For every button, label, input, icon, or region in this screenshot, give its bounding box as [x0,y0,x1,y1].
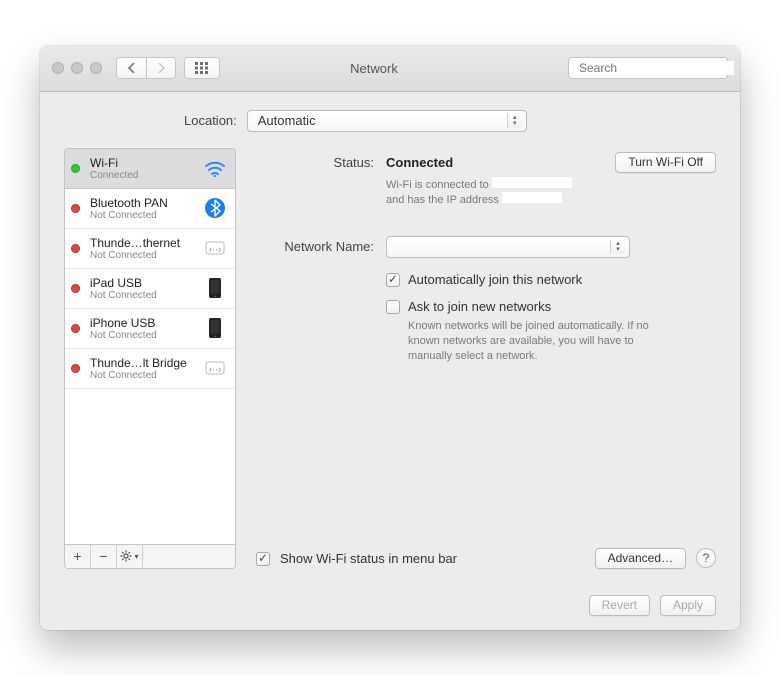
ask-join-checkbox[interactable] [386,300,400,314]
ask-join-help: Known networks will be joined automatica… [408,319,668,364]
ask-join-label: Ask to join new networks [408,299,551,314]
search-input[interactable] [579,61,734,75]
service-status: Connected [90,170,197,181]
toolbar: Network [40,46,740,92]
service-item-thunderbolt-bridge[interactable]: Thunde…lt Bridge Not Connected ‹··› [65,349,235,389]
remove-service-button[interactable]: − [91,544,117,568]
status-label: Status: [256,152,386,170]
service-sidebar: Wi-Fi Connected Bluetooth PAN Not Connec… [64,148,236,569]
revert-button[interactable]: Revert [589,595,650,616]
nav-segment [116,57,176,79]
gear-icon [120,550,132,562]
status-value: Connected [386,155,453,170]
network-name-row: Network Name: ▴▾ Automatically join this… [256,236,716,364]
auto-join-checkbox[interactable] [386,273,400,287]
service-name: Bluetooth PAN [90,196,197,210]
status-dot-icon [71,364,80,373]
bluetooth-icon [203,196,227,220]
service-item-thunderbolt-ethernet[interactable]: Thunde…thernet Not Connected ‹··› [65,229,235,269]
minimize-button[interactable] [71,62,83,74]
network-preferences-window: Network Location: Automatic ▴▾ Wi-Fi [40,46,740,630]
chevron-right-icon [157,63,165,73]
auto-join-label: Automatically join this network [408,272,582,287]
network-name-popup[interactable]: ▴▾ [386,236,630,258]
wifi-icon [203,156,227,180]
add-service-button[interactable]: + [65,544,91,568]
location-value: Automatic [258,113,316,128]
location-row: Location: Automatic ▴▾ [184,110,716,132]
service-list[interactable]: Wi-Fi Connected Bluetooth PAN Not Connec… [65,149,235,544]
popup-chevron-icon: ▴▾ [614,240,622,254]
service-status: Not Connected [90,370,197,381]
device-icon [203,276,227,300]
status-dot-icon [71,164,80,173]
sidebar-footer: + − [65,544,235,568]
redacted-ip [502,192,562,203]
content: Location: Automatic ▴▾ Wi-Fi Connected [40,92,740,585]
popup-chevron-icon: ▴▾ [511,114,519,128]
forward-button[interactable] [146,57,176,79]
detail-panel: Status: Connected Turn Wi-Fi Off Wi-Fi i… [256,148,716,569]
service-item-bluetooth[interactable]: Bluetooth PAN Not Connected [65,189,235,229]
service-actions-button[interactable] [117,544,143,568]
apply-button[interactable]: Apply [660,595,716,616]
location-label: Location: [184,113,237,128]
service-item-wifi[interactable]: Wi-Fi Connected [65,149,235,189]
location-popup[interactable]: Automatic ▴▾ [247,110,527,132]
network-name-label: Network Name: [256,236,386,254]
svg-text:‹··›: ‹··› [209,244,221,254]
grid-icon [195,62,209,74]
service-item-ipad-usb[interactable]: iPad USB Not Connected [65,269,235,309]
turn-wifi-off-button[interactable]: Turn Wi-Fi Off [615,152,716,173]
status-subtext: Wi-Fi is connected to and has the IP add… [386,177,646,209]
advanced-button[interactable]: Advanced… [595,548,686,569]
show-all-button[interactable] [184,57,220,79]
thunderbolt-icon: ‹··› [203,236,227,260]
status-dot-icon [71,204,80,213]
back-button[interactable] [116,57,146,79]
zoom-button[interactable] [90,62,102,74]
status-dot-icon [71,244,80,253]
service-name: Wi-Fi [90,156,197,170]
service-name: Thunde…lt Bridge [90,356,197,370]
service-name: iPad USB [90,276,197,290]
service-name: Thunde…thernet [90,236,197,250]
close-button[interactable] [52,62,64,74]
window-title: Network [228,61,560,76]
svg-text:‹··›: ‹··› [209,364,221,374]
help-button[interactable]: ? [696,548,716,568]
service-status: Not Connected [90,250,197,261]
detail-bottom-row: Show Wi-Fi status in menu bar Advanced… … [256,548,716,569]
status-dot-icon [71,324,80,333]
service-status: Not Connected [90,290,197,301]
window-controls[interactable] [52,62,102,74]
menubar-checkbox[interactable] [256,552,270,566]
redacted-ssid [492,177,572,188]
service-status: Not Connected [90,330,197,341]
columns: Wi-Fi Connected Bluetooth PAN Not Connec… [64,148,716,569]
status-dot-icon [71,284,80,293]
thunderbolt-icon: ‹··› [203,356,227,380]
status-row: Status: Connected Turn Wi-Fi Off Wi-Fi i… [256,152,716,209]
service-status: Not Connected [90,210,197,221]
chevron-left-icon [128,63,136,73]
footer: Revert Apply [40,585,740,630]
service-name: iPhone USB [90,316,197,330]
search-field[interactable] [568,57,728,79]
device-icon [203,316,227,340]
service-item-iphone-usb[interactable]: iPhone USB Not Connected [65,309,235,349]
menubar-label: Show Wi-Fi status in menu bar [280,551,457,566]
